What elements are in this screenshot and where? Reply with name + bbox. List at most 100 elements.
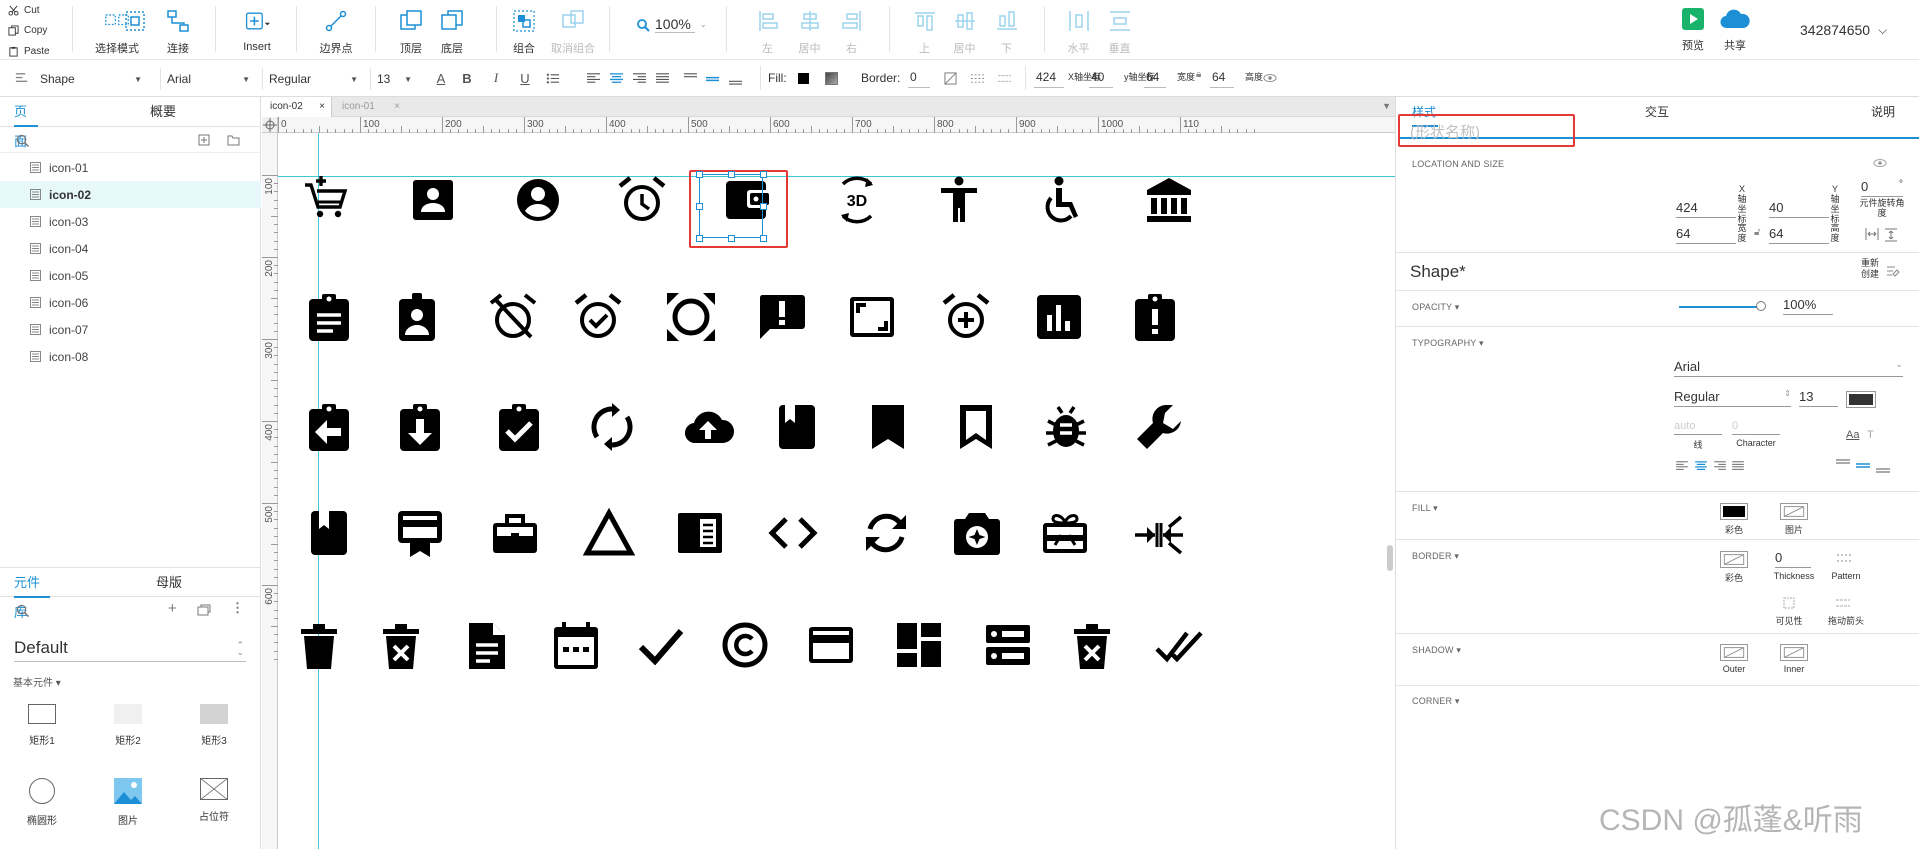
tab-notes[interactable]: 说明 bbox=[1871, 97, 1895, 127]
font-family-select[interactable]: Arial ▼ bbox=[160, 68, 256, 90]
crop-free-icon[interactable] bbox=[651, 277, 731, 357]
more-options-icon[interactable]: ⋮ bbox=[231, 600, 244, 616]
fill-gradient-icon[interactable] bbox=[825, 72, 838, 85]
fill-color-swatch[interactable] bbox=[798, 73, 809, 84]
contact-card-icon[interactable] bbox=[393, 160, 473, 240]
fill-color-button[interactable] bbox=[1720, 503, 1748, 520]
resize-handle[interactable] bbox=[696, 171, 703, 178]
opacity-slider-track[interactable] bbox=[1679, 306, 1759, 308]
text-case-icon[interactable]: Aa bbox=[1846, 429, 1859, 441]
code-icon[interactable] bbox=[753, 493, 833, 573]
resize-handle[interactable] bbox=[728, 235, 735, 242]
accessibility-icon[interactable] bbox=[919, 160, 999, 240]
visibility-icon[interactable] bbox=[1783, 597, 1795, 609]
autorenew-icon[interactable] bbox=[572, 387, 652, 467]
height-input[interactable]: 64 bbox=[1210, 68, 1234, 88]
trash-x-icon[interactable] bbox=[361, 605, 441, 685]
underline-icon[interactable]: U bbox=[517, 70, 533, 86]
line-spacing-input[interactable]: auto bbox=[1674, 420, 1722, 435]
italic-icon[interactable]: I bbox=[488, 70, 504, 86]
resize-handle[interactable] bbox=[760, 235, 767, 242]
font-weight-select[interactable]: Regular ⇕ bbox=[1674, 389, 1791, 407]
lock-icon[interactable]: 🔒︎ bbox=[1196, 69, 1201, 80]
fit-height-icon[interactable] bbox=[1885, 228, 1897, 242]
resize-handle[interactable] bbox=[760, 171, 767, 178]
wrench-icon[interactable] bbox=[1119, 387, 1199, 467]
account-circle-icon[interactable] bbox=[498, 160, 578, 240]
valign-bottom-icon[interactable] bbox=[727, 70, 743, 86]
insert-button[interactable]: Insert bbox=[228, 8, 286, 56]
component-ellipse[interactable]: 椭圆形 bbox=[12, 778, 72, 827]
font-weight-select[interactable]: Regular ▼ bbox=[262, 68, 364, 90]
article-block-icon[interactable] bbox=[660, 493, 740, 573]
text-justify-icon[interactable] bbox=[654, 70, 670, 86]
bookmark-outline-icon[interactable] bbox=[936, 387, 1016, 467]
user-menu[interactable]: 342874650 ⌵ bbox=[1800, 22, 1887, 38]
ungroup-button[interactable]: 取消组合 bbox=[544, 8, 602, 56]
triangle-outline-icon[interactable] bbox=[569, 493, 649, 573]
tab-outline[interactable]: 概要 bbox=[150, 97, 176, 127]
arrow-style-icon[interactable] bbox=[1836, 597, 1850, 609]
library-folder-icon[interactable] bbox=[197, 604, 211, 616]
x-input[interactable]: 424 bbox=[1676, 200, 1736, 218]
inner-shadow-button[interactable] bbox=[1780, 644, 1808, 661]
page-item[interactable]: icon-07 bbox=[0, 316, 261, 343]
valign-top-icon[interactable] bbox=[1836, 459, 1850, 467]
font-size-select[interactable]: 13 ▼ bbox=[370, 68, 418, 90]
connect-button[interactable]: 连接 bbox=[149, 8, 207, 56]
calendar-icon[interactable] bbox=[536, 605, 616, 685]
text-align-center-icon[interactable] bbox=[1695, 461, 1707, 471]
bullet-list-icon[interactable] bbox=[544, 70, 560, 86]
font-family-select[interactable]: Arial ⌄ bbox=[1674, 359, 1903, 377]
border-color-button[interactable] bbox=[1720, 551, 1748, 568]
align-bottom-button[interactable]: 下 bbox=[978, 8, 1035, 56]
dns-icon[interactable] bbox=[968, 605, 1048, 685]
credit-card-icon[interactable] bbox=[791, 605, 871, 685]
copy-button[interactable]: Copy bbox=[8, 23, 47, 37]
clipboard-alert-icon[interactable] bbox=[1115, 277, 1195, 357]
character-spacing-input[interactable]: 0 bbox=[1732, 420, 1780, 435]
border-color-icon[interactable] bbox=[942, 70, 958, 86]
clipboard-down-icon[interactable] bbox=[380, 387, 460, 467]
opacity-input[interactable]: 100% bbox=[1783, 297, 1833, 315]
resize-handle[interactable] bbox=[696, 203, 703, 210]
page-item[interactable]: icon-05 bbox=[0, 262, 261, 289]
close-icon[interactable]: × bbox=[319, 97, 325, 117]
tab-pages[interactable]: 页面 bbox=[14, 97, 38, 149]
cut-button[interactable]: Cut bbox=[8, 3, 40, 17]
search-icon[interactable] bbox=[16, 604, 29, 617]
page-item[interactable]: icon-02 bbox=[0, 181, 261, 208]
fill-image-button[interactable] bbox=[1780, 503, 1808, 520]
vertical-scrollbar[interactable] bbox=[1387, 545, 1393, 571]
component-placeholder[interactable]: 占位符 bbox=[184, 778, 244, 823]
bug-icon[interactable] bbox=[1026, 387, 1106, 467]
border-width-input[interactable]: 0 bbox=[908, 68, 930, 88]
component-rect3[interactable]: 矩形3 bbox=[184, 704, 244, 747]
zoom-select[interactable]: 100% ⌄ bbox=[636, 16, 707, 33]
bold-icon[interactable]: B bbox=[459, 70, 475, 86]
alarm-check-icon[interactable] bbox=[558, 277, 638, 357]
doc-tab-active[interactable]: icon-02 × bbox=[262, 97, 332, 117]
component-rect2[interactable]: 矩形2 bbox=[98, 704, 158, 747]
page-item[interactable]: icon-03 bbox=[0, 208, 261, 235]
eye-icon[interactable] bbox=[1262, 70, 1278, 86]
alarm-clock-icon[interactable] bbox=[602, 160, 682, 240]
text-justify-icon[interactable] bbox=[1732, 461, 1744, 471]
valign-bottom-icon[interactable] bbox=[1876, 465, 1890, 473]
tab-library[interactable]: 元件库 bbox=[14, 568, 50, 620]
component-group-title[interactable]: 基本元件 ▾ bbox=[13, 674, 61, 689]
paste-button[interactable]: Paste bbox=[8, 44, 50, 58]
copyright-icon[interactable] bbox=[705, 605, 785, 685]
y-input[interactable]: 40 bbox=[1089, 68, 1113, 88]
height-input[interactable]: 64 bbox=[1769, 226, 1829, 244]
sync-icon[interactable] bbox=[846, 493, 926, 573]
shape-type-select[interactable]: Shape ▼ bbox=[34, 68, 148, 90]
text-align-right-icon[interactable] bbox=[631, 70, 647, 86]
alarm-off-icon[interactable] bbox=[473, 277, 553, 357]
clipboard-list-icon[interactable] bbox=[289, 277, 369, 357]
component-rect1[interactable]: 矩形1 bbox=[12, 704, 72, 747]
cart-plus-icon[interactable] bbox=[289, 160, 369, 240]
trash-icon[interactable] bbox=[279, 605, 359, 685]
valign-middle-icon[interactable] bbox=[1856, 462, 1870, 470]
gift-card-icon[interactable] bbox=[1025, 493, 1105, 573]
